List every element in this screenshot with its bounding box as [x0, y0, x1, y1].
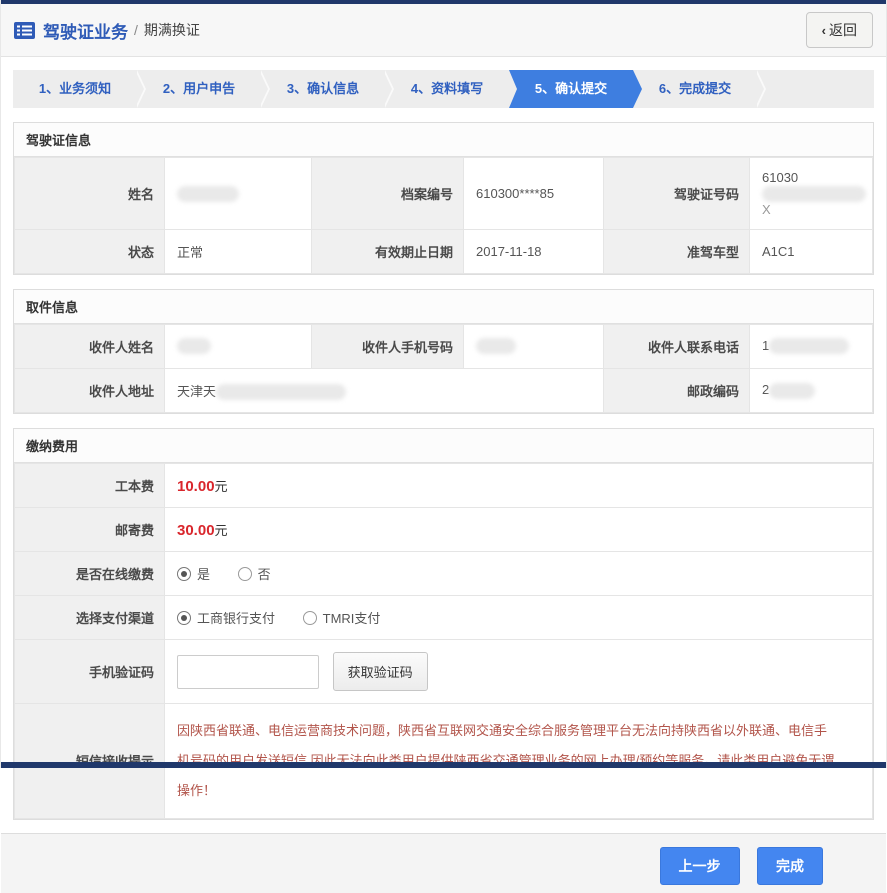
license-no-value: 61030 X	[749, 157, 873, 230]
table-row: 状态 正常 有效期止日期 2017-11-18 准驾车型 A1C1	[14, 228, 873, 274]
recipient-address-label: 收件人地址	[14, 367, 165, 414]
name-value	[164, 157, 312, 230]
redacted-name	[177, 185, 239, 202]
breadcrumb-section: 驾驶证业务	[43, 22, 128, 42]
redacted-recipient-address	[216, 384, 347, 401]
previous-step-button[interactable]: 上一步	[659, 846, 740, 885]
status-value: 正常	[164, 228, 312, 274]
recipient-address-prefix: 天津天	[177, 383, 217, 399]
table-row: 手机验证码 获取验证码	[14, 639, 873, 705]
back-button-label: 返回	[829, 22, 857, 38]
redacted-recipient-phone	[769, 338, 850, 355]
redacted-recipient-name	[177, 338, 211, 355]
redacted-license-no	[762, 185, 866, 202]
license-section-title: 驾驶证信息	[14, 123, 873, 157]
pickup-info-table: 收件人姓名 收件人手机号码 收件人联系电话 1 收件人地址 天津天 邮政编码 2	[14, 323, 873, 414]
sms-code-input[interactable]	[177, 654, 319, 689]
icbc-pay-radio[interactable]	[177, 611, 191, 626]
table-row: 收件人姓名 收件人手机号码 收件人联系电话 1	[14, 323, 873, 369]
postal-code-label: 邮政编码	[603, 367, 750, 414]
redacted-recipient-mobile	[476, 338, 516, 355]
cost-fee-currency: 元	[214, 479, 228, 495]
vehicle-type-label: 准驾车型	[603, 228, 750, 274]
step-5-confirm-submit[interactable]: 5、确认提交	[509, 70, 642, 108]
step-navigation: 1、业务须知 2、用户申告 3、确认信息 4、资料填写 5、确认提交 6、完成提…	[13, 70, 874, 108]
postage-fee-label: 邮寄费	[14, 507, 165, 553]
recipient-name-label: 收件人姓名	[14, 323, 165, 369]
recipient-phone-value: 1	[749, 323, 873, 369]
table-row: 是否在线缴费 是 否	[14, 551, 873, 597]
redacted-postal-code	[769, 382, 816, 399]
recipient-mobile-value	[463, 323, 604, 369]
payment-section-title: 缴纳费用	[14, 429, 873, 464]
step-1-business-notes[interactable]: 1、业务须知	[13, 70, 146, 108]
status-label: 状态	[14, 228, 165, 274]
online-yes-radio[interactable]	[177, 567, 191, 582]
postal-code-prefix: 2	[762, 382, 770, 398]
file-no-value: 610300****85	[463, 157, 604, 230]
online-no-label[interactable]: 否	[258, 567, 271, 582]
name-label: 姓名	[14, 157, 165, 230]
postage-fee-value: 30.00元	[164, 507, 873, 553]
vehicle-type-value: A1C1	[749, 228, 873, 274]
pickup-section-title: 取件信息	[14, 289, 873, 324]
page-header: 驾驶证业务 / 期满换证 ‹ 返回	[1, 4, 886, 57]
step-6-complete-submit[interactable]: 6、完成提交	[633, 70, 766, 108]
table-row: 收件人地址 天津天 邮政编码 2	[14, 367, 873, 414]
table-row: 邮寄费 30.00元	[14, 507, 873, 553]
recipient-address-value: 天津天	[164, 367, 604, 414]
online-yes-label[interactable]: 是	[197, 567, 210, 582]
online-payment-label: 是否在线缴费	[14, 551, 165, 597]
step-2-user-declaration[interactable]: 2、用户申告	[137, 70, 270, 108]
sms-code-label: 手机验证码	[14, 639, 165, 705]
expiry-value: 2017-11-18	[463, 228, 604, 274]
payment-channel-options: 工商银行支付 TMRI支付	[164, 595, 873, 641]
sms-notice-label: 短信接收提示	[14, 703, 165, 819]
license-no-prefix: 61030	[762, 170, 799, 185]
footer-action-bar: 上一步 完成	[1, 832, 886, 893]
pickup-info-section: 取件信息 收件人姓名 收件人手机号码 收件人联系电话 1 收件人地址 天津天 邮…	[13, 288, 874, 415]
table-row: 姓名 档案编号 610300****85 驾驶证号码 61030 X	[14, 157, 873, 230]
back-button[interactable]: ‹ 返回	[805, 12, 873, 48]
back-chevron-icon: ‹	[821, 22, 826, 38]
file-no-label: 档案编号	[311, 157, 464, 230]
bottom-navy-bar	[1, 762, 886, 768]
finish-button[interactable]: 完成	[757, 846, 823, 885]
cost-fee-amount: 10.00	[177, 478, 215, 496]
postage-fee-amount: 30.00	[177, 522, 215, 540]
online-payment-options: 是 否	[164, 551, 873, 597]
breadcrumb-separator: /	[134, 22, 138, 38]
icbc-pay-label[interactable]: 工商银行支付	[197, 611, 275, 626]
recipient-phone-label: 收件人联系电话	[603, 323, 750, 369]
tmri-pay-label[interactable]: TMRI支付	[323, 611, 381, 626]
get-code-button[interactable]: 获取验证码	[332, 652, 428, 692]
tmri-pay-radio[interactable]	[302, 611, 317, 626]
license-info-table: 姓名 档案编号 610300****85 驾驶证号码 61030 X 状态 正常 …	[14, 157, 873, 274]
sms-notice-cell: 因陕西省联通、电信运营商技术问题，陕西省互联网交通安全综合服务管理平台无法向持陕…	[164, 703, 873, 819]
step-3-confirm-info[interactable]: 3、确认信息	[261, 70, 394, 108]
license-info-section: 驾驶证信息 姓名 档案编号 610300****85 驾驶证号码 61030 X …	[13, 122, 874, 275]
table-row: 选择支付渠道 工商银行支付 TMRI支付	[14, 595, 873, 641]
payment-channel-label: 选择支付渠道	[14, 595, 165, 641]
recipient-mobile-label: 收件人手机号码	[311, 323, 464, 369]
sms-code-row: 获取验证码	[164, 639, 873, 705]
recipient-phone-prefix: 1	[762, 337, 770, 353]
recipient-name-value	[164, 323, 312, 369]
online-no-radio[interactable]	[237, 567, 252, 582]
breadcrumb-page: 期满换证	[143, 22, 200, 38]
table-row: 工本费 10.00元	[14, 463, 873, 509]
license-no-label: 驾驶证号码	[603, 157, 750, 230]
sms-notice-text: 因陕西省联通、电信运营商技术问题，陕西省互联网交通安全综合服务管理平台无法向持陕…	[177, 723, 835, 798]
cost-fee-value: 10.00元	[164, 463, 873, 509]
table-row: 短信接收提示 因陕西省联通、电信运营商技术问题，陕西省互联网交通安全综合服务管理…	[14, 703, 873, 819]
document-list-icon	[14, 21, 35, 39]
postage-fee-currency: 元	[214, 523, 228, 539]
expiry-label: 有效期止日期	[311, 228, 464, 274]
cost-fee-label: 工本费	[14, 463, 165, 509]
postal-code-value: 2	[749, 367, 873, 414]
step-4-fill-data[interactable]: 4、资料填写	[385, 70, 518, 108]
license-no-suffix: X	[762, 201, 771, 217]
